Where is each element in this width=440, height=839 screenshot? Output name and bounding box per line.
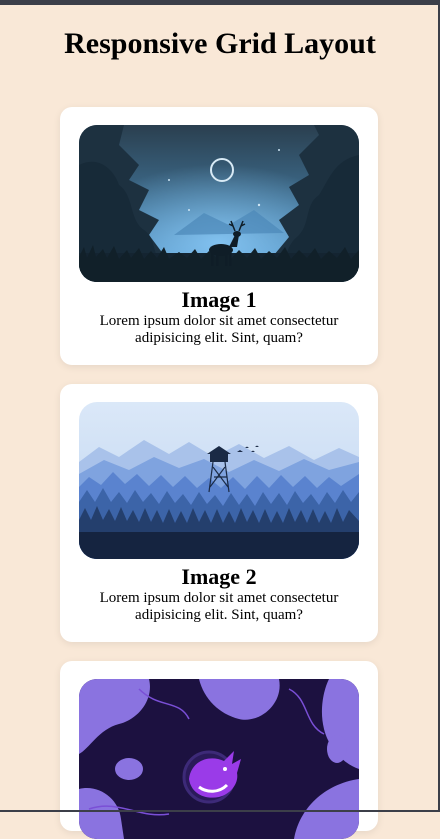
window-top-bar bbox=[0, 0, 440, 5]
image-card-2: Image 2 Lorem ipsum dolor sit amet conse… bbox=[60, 384, 378, 642]
image-card-3 bbox=[60, 661, 378, 839]
purple-rhino-logo-image bbox=[79, 679, 359, 839]
card-title: Image 1 bbox=[181, 287, 257, 312]
image-card-1: Image 1 Lorem ipsum dolor sit amet conse… bbox=[60, 107, 378, 365]
card-title: Image 2 bbox=[181, 564, 257, 589]
card-description: Lorem ipsum dolor sit amet consectetur a… bbox=[99, 590, 339, 623]
page-title: Responsive Grid Layout bbox=[64, 27, 376, 60]
card-description: Lorem ipsum dolor sit amet consectetur a… bbox=[99, 313, 339, 346]
night-forest-deer-image bbox=[79, 125, 359, 282]
blue-mountains-watchtower-image bbox=[79, 402, 359, 559]
